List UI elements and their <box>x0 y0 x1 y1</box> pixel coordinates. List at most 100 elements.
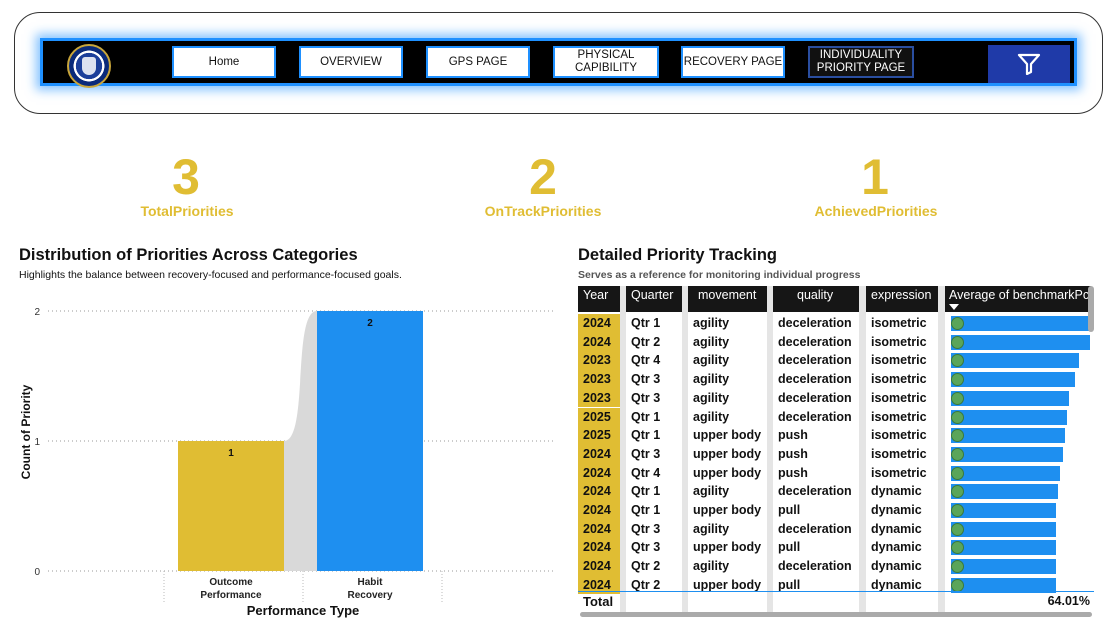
cell-expression: isometric <box>871 465 927 480</box>
filter-icon <box>1017 53 1041 75</box>
horizontal-scrollbar[interactable] <box>580 612 1092 617</box>
kpi-ontrack-value: 2 <box>529 149 557 205</box>
benchmark-bar <box>951 390 1069 406</box>
x-tick-label: Recovery <box>347 590 392 601</box>
x-tick-label: Habit <box>358 577 384 588</box>
status-dot-icon <box>951 522 964 536</box>
cell-movement: agility <box>693 334 730 349</box>
status-dot-icon <box>951 504 964 517</box>
table-row[interactable]: 2024 Qtr 2 agility deceleration dynamic <box>578 557 1094 576</box>
benchmark-bar <box>951 334 1091 350</box>
cell-quality: deceleration <box>778 409 852 424</box>
table-row[interactable]: 2025 Qtr 1 agility deceleration isometric <box>578 407 1094 427</box>
cell-expression: isometric <box>871 372 927 387</box>
kpi-total-label: TotalPriorities <box>140 203 234 219</box>
benchmark-bar <box>951 316 1092 331</box>
header-benchmark-pct[interactable]: Average of benchmarkPct <box>945 286 1091 312</box>
table-total-value: 64.01% <box>1047 594 1090 608</box>
benchmark-bar <box>951 465 1061 481</box>
cell-expression: isometric <box>871 316 927 330</box>
cell-quarter: Qtr 2 <box>631 559 661 574</box>
status-dot-icon <box>951 560 964 574</box>
cell-movement: upper body <box>693 503 762 517</box>
cell-expression: dynamic <box>871 540 922 555</box>
cell-expression: dynamic <box>871 521 922 536</box>
cell-quality: deceleration <box>778 372 852 387</box>
cell-year: 2023 <box>578 370 620 389</box>
table-row[interactable]: 2024 Qtr 3 upper body push isometric <box>578 444 1094 464</box>
cell-year: 2024 <box>578 501 620 520</box>
cell-quarter: Qtr 1 <box>631 409 661 424</box>
status-dot-icon <box>951 373 964 387</box>
cell-quality: push <box>778 428 808 443</box>
cell-movement: agility <box>693 409 730 424</box>
status-dot-icon <box>951 410 964 424</box>
cell-quarter: Qtr 1 <box>631 484 661 499</box>
status-dot-icon <box>951 391 964 405</box>
table-row[interactable]: 2025 Qtr 1 upper body push isometric <box>578 426 1094 445</box>
bar-1[interactable] <box>317 311 423 571</box>
header-benchmark-pct-label: Average of benchmarkPct <box>949 288 1091 302</box>
header-expression[interactable]: expression <box>866 286 938 312</box>
benchmark-bar <box>951 446 1064 462</box>
table-row[interactable]: 2023 Qtr 4 agility deceleration isometric <box>578 351 1094 371</box>
header-year[interactable]: Year <box>578 286 620 312</box>
kpi-total-value: 3 <box>172 149 200 205</box>
table-subtitle: Serves as a reference for monitoring ind… <box>578 269 861 281</box>
header-quarter[interactable]: Quarter <box>626 286 682 312</box>
header-movement[interactable]: movement <box>688 286 767 312</box>
cell-quarter: Qtr 1 <box>631 503 661 517</box>
status-dot-icon <box>951 447 964 461</box>
cell-movement: upper body <box>693 428 762 443</box>
cell-movement: upper body <box>693 446 762 461</box>
table-row[interactable]: 2024 Qtr 2 agility deceleration isometric <box>578 332 1094 352</box>
x-axis-title: Performance Type <box>247 603 359 618</box>
cell-quality: pull <box>778 540 801 555</box>
y-tick-label: 1 <box>34 437 40 448</box>
status-dot-icon <box>951 335 964 349</box>
table-row[interactable]: 2024 Qtr 1 agility deceleration isometric <box>578 314 1094 333</box>
nav-physical-capibility-button[interactable]: PHYSICAL CAPIBILITY <box>553 46 659 78</box>
cell-expression: isometric <box>871 446 927 461</box>
cell-movement: agility <box>693 372 730 387</box>
cell-movement: agility <box>693 353 730 368</box>
bar-0[interactable] <box>178 441 284 571</box>
vertical-scrollbar[interactable] <box>1088 286 1094 332</box>
x-tick-label: Performance <box>200 590 262 601</box>
cell-year: 2024 <box>578 314 620 333</box>
y-axis-title: Count of Priority <box>19 384 33 479</box>
table-row[interactable]: 2024 Qtr 1 upper body pull dynamic <box>578 501 1094 520</box>
nav-gps-button[interactable]: GPS PAGE <box>426 46 530 78</box>
table-row[interactable]: 2024 Qtr 3 upper body pull dynamic <box>578 538 1094 558</box>
benchmark-bar <box>951 540 1057 556</box>
priority-tracking-table: Year Quarter movement quality expression… <box>578 286 1094 617</box>
table-row[interactable]: 2024 Qtr 3 agility deceleration dynamic <box>578 519 1094 539</box>
cell-quality: pull <box>778 503 801 517</box>
nav-overview-button[interactable]: OVERVIEW <box>299 46 403 78</box>
kpi-achieved-label: AchievedPriorities <box>814 203 938 219</box>
benchmark-bar <box>951 503 1057 518</box>
nav-home-button[interactable]: Home <box>172 46 276 78</box>
kpi-achieved-value: 1 <box>861 149 889 205</box>
table-row[interactable]: 2024 Qtr 1 agility deceleration dynamic <box>578 482 1094 501</box>
cell-year: 2024 <box>578 444 620 464</box>
filter-button[interactable] <box>988 45 1070 83</box>
header-quality[interactable]: quality <box>773 286 859 312</box>
bar-data-label: 1 <box>228 448 234 459</box>
table-row[interactable]: 2023 Qtr 3 agility deceleration isometric <box>578 388 1094 408</box>
nav-individuality-priority-button[interactable]: INDIVIDUALITY PRIORITY PAGE <box>808 46 914 78</box>
cell-expression: isometric <box>871 390 927 405</box>
table-total-label: Total <box>583 594 614 609</box>
cell-movement: agility <box>693 484 730 499</box>
cell-year: 2025 <box>578 407 620 427</box>
cell-expression: dynamic <box>871 484 922 499</box>
table-title: Detailed Priority Tracking <box>578 246 777 264</box>
nav-recovery-button[interactable]: RECOVERY PAGE <box>681 46 785 78</box>
table-row[interactable]: 2024 Qtr 4 upper body push isometric <box>578 463 1094 483</box>
ribbon-connector <box>284 311 317 571</box>
cell-year: 2024 <box>578 463 620 483</box>
table-row[interactable]: 2023 Qtr 3 agility deceleration isometric <box>578 370 1094 389</box>
cell-quarter: Qtr 3 <box>631 521 661 536</box>
bar-data-label: 2 <box>367 318 373 329</box>
cell-year: 2023 <box>578 351 620 371</box>
